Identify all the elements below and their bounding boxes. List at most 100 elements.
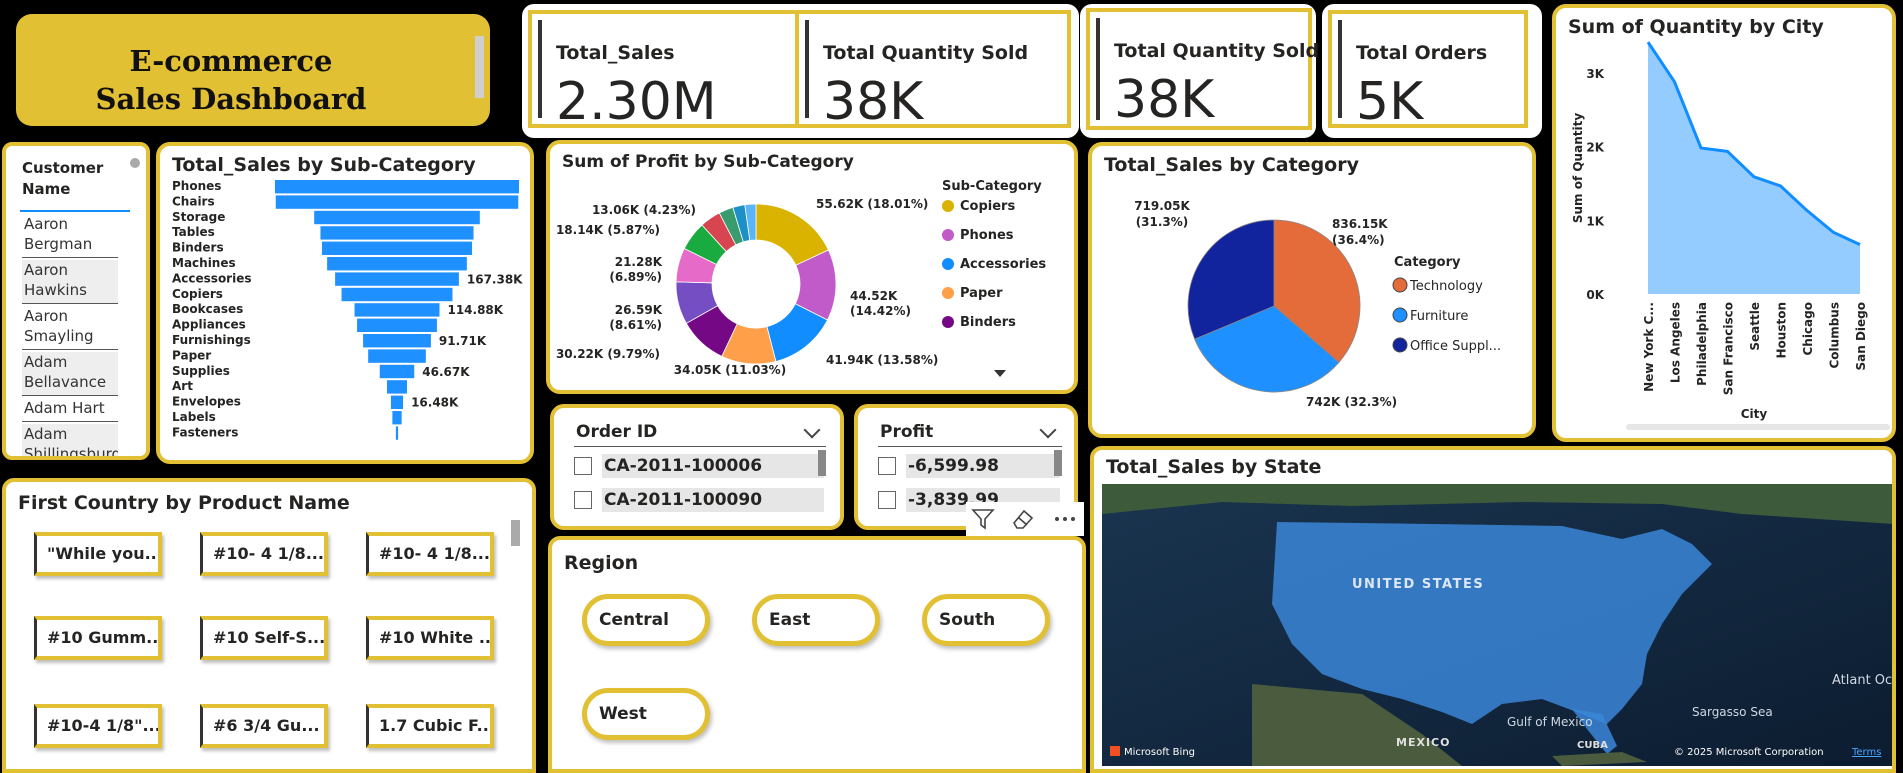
data-label: 18.14K (5.87%)	[556, 223, 660, 237]
customer-item[interactable]: Adam Hart	[22, 398, 118, 422]
more-options-icon[interactable]	[1052, 506, 1078, 532]
axis-tick-label: Binders	[172, 241, 224, 255]
legend-item: Furniture	[1410, 309, 1468, 324]
checkbox[interactable]	[574, 491, 592, 509]
bar	[395, 426, 399, 440]
customer-item[interactable]: Aaron Hawkins	[22, 260, 118, 304]
header-scroll-handle[interactable]	[475, 36, 484, 98]
map-terms-link[interactable]: Terms	[1851, 747, 1881, 758]
product-tile[interactable]: "While you...	[34, 532, 162, 576]
slicer-options-dot[interactable]	[130, 158, 140, 168]
data-label: 26.59K	[615, 303, 663, 317]
region-pill[interactable]: West	[582, 688, 710, 740]
scrollbar-thumb[interactable]	[1054, 450, 1062, 476]
product-tile-label: #10 Self-S...	[213, 628, 326, 647]
map-bing-label: Microsoft Bing	[1124, 747, 1195, 758]
axis-tick-label: Phones	[172, 179, 221, 193]
dashboard-header: E-commerce Sales Dashboard	[16, 14, 490, 126]
legend-swatch	[942, 258, 954, 270]
area-fill	[1648, 42, 1860, 294]
customer-item[interactable]: Adam Bellavance	[22, 352, 118, 396]
data-label: 44.52K	[850, 289, 898, 303]
checkbox[interactable]	[878, 491, 896, 509]
kpi-label: Total Quantity Sold	[823, 42, 1029, 64]
product-name-slicer: First Country by Product Name "While you…	[2, 478, 536, 773]
donut-svg: 55.62K (18.01%) 44.52K(14.42%) 41.94K (13.…	[556, 179, 1046, 377]
checkbox[interactable]	[574, 457, 592, 475]
kpi-value: 38K	[1114, 70, 1215, 130]
dashboard-title: E-commerce Sales Dashboard	[16, 42, 446, 118]
quantity-by-city-chart: Sum of Quantity by City 0K 1K 2K 3K New York…	[1552, 4, 1896, 442]
data-label: 836.15K	[1332, 217, 1388, 231]
chevron-down-icon[interactable]	[1039, 421, 1057, 439]
data-label: 41.94K (13.58%)	[826, 353, 938, 367]
kpi-frame: Total_Sales 2.30M	[538, 20, 790, 132]
area-svg: 0K 1K 2K 3K New York C... Los Angeles Philadel…	[1571, 41, 1890, 430]
order-id-label: CA-2011-100006	[602, 454, 824, 478]
slicer-header: Customer Name	[22, 159, 104, 198]
map-canvas[interactable]: UNITED STATES Gulf of Mexico MEXICO CUBA…	[1102, 484, 1894, 766]
chart-title: Total_Sales by State	[1106, 456, 1322, 478]
axis-tick-label: Supplies	[172, 364, 230, 378]
product-tile[interactable]: #10- 4 1/8...	[366, 532, 494, 576]
data-label: 742K (32.3%)	[1306, 395, 1397, 409]
customer-item[interactable]: Aaron Smayling	[22, 306, 118, 350]
profit-label: -6,599.98	[906, 454, 1060, 478]
product-tile[interactable]: #10- 4 1/8...	[200, 532, 328, 576]
checkbox[interactable]	[878, 457, 896, 475]
customer-item-label: Aaron Hawkins	[24, 261, 87, 299]
legend-item: Technology	[1409, 279, 1483, 294]
profit-by-subcategory-chart: Sum of Profit by Sub-Category 55.62K (18…	[546, 140, 1078, 394]
product-tile[interactable]: #10-4 1/8"...	[34, 704, 162, 748]
customer-item[interactable]: Adam Shillingsburg	[22, 424, 118, 456]
order-id-slicer: Order ID CA-2011-100006 CA-2011-100090	[550, 404, 844, 530]
region-pill[interactable]: East	[752, 594, 880, 646]
chevron-down-icon[interactable]	[803, 421, 821, 439]
axis-tick-label: Chairs	[172, 194, 215, 208]
bar	[379, 364, 415, 379]
axis-tick-label: Fasteners	[172, 425, 238, 439]
legend-item: Accessories	[960, 257, 1046, 272]
legend-swatch	[1392, 337, 1408, 353]
data-label: (14.42%)	[850, 304, 911, 318]
bar	[368, 349, 426, 363]
filter-icon[interactable]	[970, 506, 996, 532]
dropdown-underline	[878, 446, 1062, 447]
customer-item[interactable]: Aaron Bergman	[22, 214, 118, 258]
data-label: 719.05K	[1134, 199, 1190, 213]
title-line-1: E-commerce	[129, 44, 333, 78]
scrollbar-thumb[interactable]	[818, 450, 826, 476]
sales-by-category-chart: Total_Sales by Category 836.15K (36.4%) 74…	[1088, 142, 1536, 438]
kpi-frame: Total Quantity Sold 38K	[805, 20, 1061, 132]
product-tile[interactable]: #6 3/4 Gu...	[200, 704, 328, 748]
legend-swatch	[1392, 307, 1408, 323]
region-pill[interactable]: Central	[582, 594, 710, 646]
chart-title: Region	[564, 552, 639, 574]
x-tick-label: Seattle	[1748, 302, 1762, 351]
legend-scroll-down-icon	[994, 370, 1006, 377]
product-tile[interactable]: 1.7 Cubic F...	[366, 704, 494, 748]
region-pill[interactable]: South	[922, 594, 1050, 646]
kpi-value: 38K	[823, 72, 924, 132]
customer-item-label: Adam Hart	[24, 399, 105, 417]
bar	[363, 334, 431, 348]
product-tile[interactable]: #10 Gumm...	[34, 616, 162, 660]
axis-tick-label: Bookcases	[172, 302, 243, 316]
product-tile[interactable]: #10 White ...	[366, 616, 494, 660]
region-pill-label: West	[599, 704, 647, 724]
region-pill-label: South	[939, 610, 996, 630]
product-tile-label: "While you...	[47, 544, 162, 563]
axis-tick-label: Machines	[172, 256, 236, 270]
customer-name-slicer: Customer Name Aaron Bergman Aaron Hawkin…	[2, 142, 150, 460]
eraser-icon[interactable]	[1010, 506, 1036, 532]
y-tick-label: 3K	[1586, 67, 1604, 81]
sales-by-state-map: Total_Sales by State UNITED STATES Gulf …	[1090, 446, 1896, 773]
kpi-label: Total Orders	[1356, 42, 1488, 64]
visual-header	[966, 502, 1084, 536]
data-label: (8.61%)	[609, 318, 662, 332]
map-label-atlantic: Atlant Ocea	[1832, 673, 1894, 688]
axis-tick-label: Furnishings	[172, 333, 251, 347]
scrollbar-thumb[interactable]	[511, 520, 520, 546]
bar	[387, 380, 407, 394]
product-tile[interactable]: #10 Self-S...	[200, 616, 328, 660]
